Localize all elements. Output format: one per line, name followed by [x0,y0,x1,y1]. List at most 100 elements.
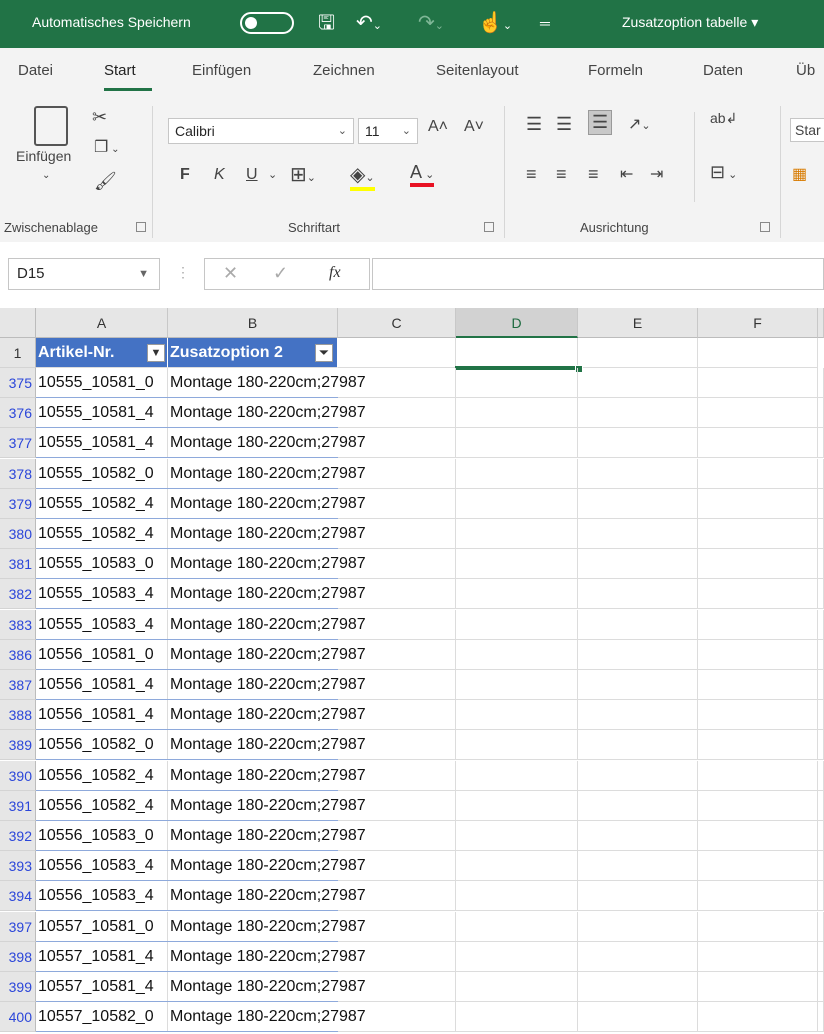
cell-zusatzoption[interactable]: Montage 180-220cm;27987 [168,368,366,398]
cell-zusatzoption[interactable]: Montage 180-220cm;27987 [168,791,366,821]
cell[interactable] [698,912,818,942]
cell[interactable] [456,851,578,881]
cell-zusatzoption[interactable]: Montage 180-220cm;27987 [168,579,366,609]
cell[interactable] [698,610,818,640]
align-bottom-icon[interactable]: ☰ [588,110,613,135]
cell[interactable] [698,730,818,760]
align-left-icon[interactable]: ≡ [526,164,537,185]
tab-seitenlayout[interactable]: Seitenlayout [436,62,519,79]
cell-artikel-nr[interactable]: 10555_10583_0 [36,549,168,579]
cell[interactable] [818,851,824,881]
cell[interactable] [456,912,578,942]
cell[interactable] [698,791,818,821]
tab-einfuegen[interactable]: Einfügen [192,62,251,79]
row-header[interactable]: 388 [0,700,36,730]
row-header[interactable]: 391 [0,791,36,821]
cell[interactable] [578,821,698,851]
cell[interactable] [818,912,824,942]
cell[interactable] [578,579,698,609]
cell[interactable] [338,338,456,368]
cell[interactable] [578,942,698,972]
cell[interactable] [456,640,578,670]
cell[interactable] [818,700,824,730]
table-header-artikel-nr[interactable]: Artikel-Nr. ▼ [36,338,168,368]
cell[interactable] [818,761,824,791]
column-header-g[interactable] [818,308,824,338]
cell[interactable] [456,761,578,791]
cell-zusatzoption[interactable]: Montage 180-220cm;27987 [168,459,366,489]
cell[interactable] [818,821,824,851]
cell[interactable] [698,368,818,398]
cell[interactable] [456,942,578,972]
cell-artikel-nr[interactable]: 10556_10582_4 [36,791,168,821]
cell-artikel-nr[interactable]: 10556_10581_4 [36,670,168,700]
cell[interactable] [818,972,824,1002]
table-header-zusatzoption-2[interactable]: Zusatzoption 2 ⏷ [168,338,338,368]
cell-zusatzoption[interactable]: Montage 180-220cm;27987 [168,519,366,549]
insert-function-icon[interactable]: fx [329,264,341,282]
cell[interactable] [698,761,818,791]
cell-zusatzoption[interactable]: Montage 180-220cm;27987 [168,549,366,579]
cell[interactable] [456,459,578,489]
cell[interactable] [456,881,578,911]
fill-color-icon[interactable]: ◈⌄ [350,162,375,191]
decrease-font-icon[interactable]: A˅ [464,118,484,136]
cell-d1[interactable] [456,338,578,368]
cell-artikel-nr[interactable]: 10557_10581_0 [36,912,168,942]
cell[interactable] [698,338,818,368]
cell[interactable] [818,549,824,579]
formula-input[interactable] [372,258,824,290]
column-header-c[interactable]: C [338,308,456,338]
cell[interactable] [818,670,824,700]
cell[interactable] [578,610,698,640]
cell-artikel-nr[interactable]: 10555_10583_4 [36,579,168,609]
cell-zusatzoption[interactable]: Montage 180-220cm;27987 [168,670,366,700]
borders-icon[interactable]: ⊞⌄ [290,162,316,187]
paste-icon[interactable] [34,106,68,146]
row-header[interactable]: 379 [0,489,36,519]
cell[interactable] [578,368,698,398]
cell[interactable] [818,489,824,519]
conditional-format-icon[interactable]: ▦ [792,164,807,184]
cell[interactable] [698,519,818,549]
bold-button[interactable]: F [180,166,190,184]
cell[interactable] [456,730,578,760]
cell[interactable] [698,821,818,851]
cell[interactable] [578,700,698,730]
cell[interactable] [578,398,698,428]
column-header-a[interactable]: A [36,308,168,338]
cell[interactable] [818,398,824,428]
document-title[interactable]: Zusatzoption tabelle ▾ [622,14,758,31]
cell[interactable] [818,428,824,458]
tab-ueberpruefen[interactable]: Üb [796,62,815,79]
cell[interactable] [698,851,818,881]
cell-zusatzoption[interactable]: Montage 180-220cm;27987 [168,1002,366,1032]
cell[interactable] [578,730,698,760]
enter-icon[interactable]: ✓ [273,263,288,284]
alignment-launcher-icon[interactable] [760,222,770,232]
tab-formeln[interactable]: Formeln [588,62,643,79]
cell[interactable] [818,640,824,670]
cell-artikel-nr[interactable]: 10555_10583_4 [36,610,168,640]
row-header[interactable]: 394 [0,881,36,911]
cell[interactable] [456,519,578,549]
cell-zusatzoption[interactable]: Montage 180-220cm;27987 [168,730,366,760]
filter-dropdown-icon[interactable]: ▼ [147,344,165,362]
cell[interactable] [698,579,818,609]
cell[interactable] [818,1002,824,1032]
cell[interactable] [456,791,578,821]
cell[interactable] [698,700,818,730]
filter-active-icon[interactable]: ⏷ [315,344,333,362]
font-color-icon[interactable]: A ⌄ [410,162,435,187]
cell[interactable] [698,459,818,489]
cell[interactable] [456,1002,578,1032]
format-painter-icon[interactable]: 🖌 [94,172,117,190]
drag-handle-icon[interactable]: ⋮ [176,264,190,281]
row-header[interactable]: 381 [0,549,36,579]
row-header[interactable]: 398 [0,942,36,972]
cell[interactable] [578,972,698,1002]
tab-start[interactable]: Start [104,62,136,79]
touch-mode-icon[interactable]: ☝⌄ [478,9,512,40]
cell-artikel-nr[interactable]: 10557_10581_4 [36,942,168,972]
tab-zeichnen[interactable]: Zeichnen [313,62,375,79]
